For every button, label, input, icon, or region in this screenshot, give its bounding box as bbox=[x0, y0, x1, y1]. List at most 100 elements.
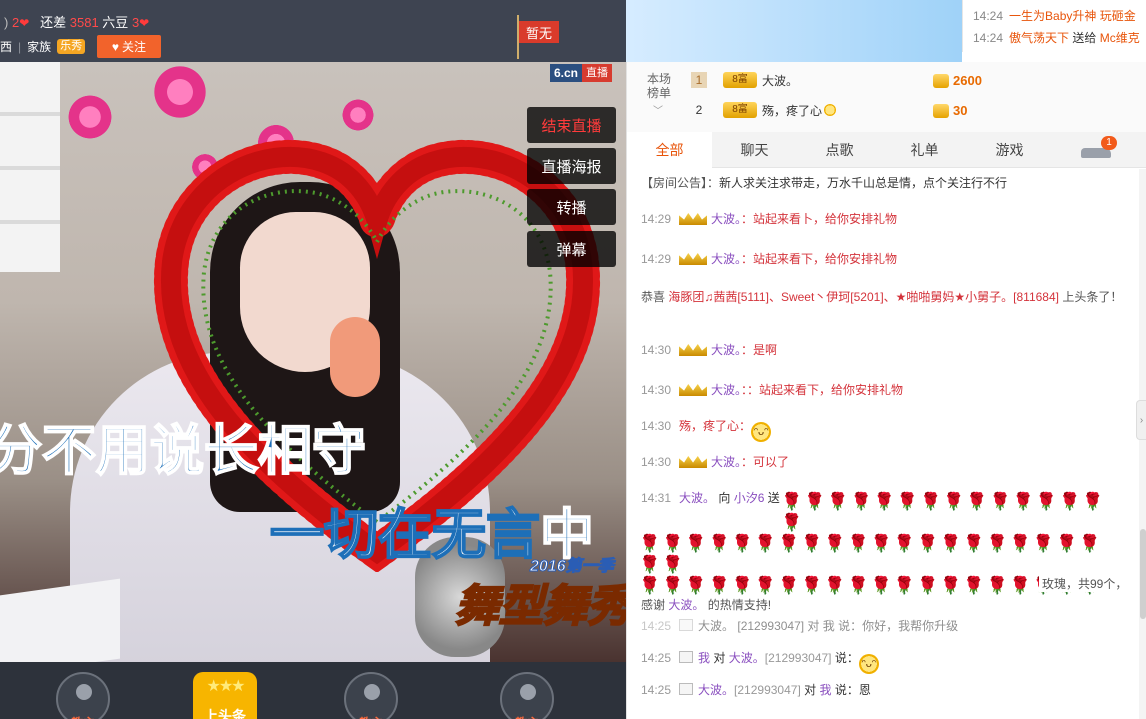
msg-to: 对 bbox=[804, 683, 817, 697]
user-icon bbox=[76, 684, 92, 700]
ticker-text: 傲气荡天下 bbox=[1009, 31, 1070, 45]
headline-button[interactable]: ★★★ 上头条 bbox=[193, 672, 257, 719]
tab-all[interactable]: 全部 bbox=[627, 132, 712, 168]
heart-icon: ❤ bbox=[139, 16, 150, 30]
msg-text: ：：站起来看下，给你安排礼物 bbox=[741, 383, 904, 397]
msg-user[interactable]: 大波。 bbox=[711, 343, 741, 357]
gap-value: 3581 bbox=[69, 15, 99, 30]
top-right-backdrop bbox=[626, 0, 962, 62]
laptop-image bbox=[0, 578, 120, 662]
msg-time: 14:25 bbox=[641, 651, 672, 665]
seat-avatar[interactable]: 教主 bbox=[500, 672, 554, 719]
thanks-name[interactable]: 大波。 bbox=[668, 598, 704, 612]
rank-score-value: 2600 bbox=[953, 73, 982, 88]
msg-user-id: [212993047] bbox=[764, 651, 832, 665]
left-fragment: 西 bbox=[0, 40, 13, 54]
wall-flower-image bbox=[65, 92, 115, 142]
stars-icon: ★★★ bbox=[206, 678, 245, 695]
danmaku-button[interactable]: 弹幕 bbox=[527, 231, 616, 267]
chat-message: 14:30 殇，疼了心： ᵔᴗᵔ bbox=[641, 417, 772, 442]
gift-summary: 玫瑰，共99个， bbox=[1039, 575, 1128, 592]
chat-message: 14:30 大波。：是啊 bbox=[641, 341, 777, 359]
family-label: 家族 bbox=[27, 40, 52, 54]
ticker-time: 14:24 bbox=[973, 9, 1004, 23]
chat-tabs: 全部 聊天 点歌 礼单 游戏 1 bbox=[627, 132, 1146, 168]
user-icon bbox=[364, 684, 380, 700]
show-logo: 2016第一季 舞型舞秀 bbox=[425, 552, 626, 647]
msg-time: 14:29 bbox=[641, 212, 672, 226]
brand-text: 6.cn bbox=[550, 64, 583, 82]
msg-time: 14:25 bbox=[641, 683, 672, 697]
chevron-right-icon[interactable]: › bbox=[1136, 400, 1146, 440]
room-notice: 【房间公告】：新人求关注求带走，万水千山总是情，点个关注行不行 bbox=[641, 174, 1007, 192]
msg-time: 14:29 bbox=[641, 252, 672, 266]
picture-icon bbox=[679, 683, 694, 695]
rank-number: 2 bbox=[695, 103, 703, 117]
tab-gift-list[interactable]: 礼单 bbox=[882, 132, 967, 168]
thanks-suffix: 的热情支持! bbox=[707, 598, 772, 612]
rank-name: 殇，疼了心 bbox=[762, 103, 823, 118]
brand-watermark: 6.cn 直播 bbox=[550, 64, 613, 82]
ticker-text: 一生为Baby升神 玩砸金 bbox=[1009, 9, 1136, 23]
msg-user[interactable]: 大波。 bbox=[698, 683, 734, 697]
ticker-time: 14:24 bbox=[973, 31, 1004, 45]
msg-user[interactable]: 大波。 bbox=[711, 212, 741, 226]
congrats-suffix: 上头条了！ bbox=[1062, 290, 1123, 304]
crown-icon bbox=[679, 251, 707, 265]
tab-chat[interactable]: 聊天 bbox=[712, 132, 797, 168]
msg-user[interactable]: 殇，疼了心 bbox=[679, 419, 739, 433]
ticker-row[interactable]: 14:24 傲气荡天下 送给 Mc维克 bbox=[973, 29, 1140, 46]
msg-to: 对 bbox=[713, 651, 726, 665]
chat-list: 【房间公告】：新人求关注求带走，万水千山总是情，点个关注行不行 14:29 大波。… bbox=[627, 169, 1139, 719]
seat-avatar[interactable]: 教主 bbox=[344, 672, 398, 719]
follow-label: 关注 bbox=[122, 40, 147, 54]
ticker-row[interactable]: 14:24 一生为Baby升神 玩砸金 bbox=[973, 7, 1136, 24]
msg-self: 我 bbox=[819, 683, 832, 697]
follow-button[interactable]: ♥ 关注 bbox=[97, 35, 161, 58]
rank-row[interactable]: 1 8富 大波。 bbox=[691, 69, 798, 91]
msg-user[interactable]: 大波。 bbox=[729, 651, 765, 665]
chat-message: 14:29 大波。：站起来看卜，给你安排礼物 bbox=[641, 210, 897, 228]
gap-label: 还差 bbox=[40, 15, 67, 30]
rank-name: 大波。 bbox=[762, 73, 799, 88]
msg-said: 说：恩 bbox=[834, 683, 871, 697]
video-stream[interactable]: 分不用说长相守 一切在无言中 2016第一季 舞型舞秀 6.cn 直播 结束直播… bbox=[0, 62, 626, 662]
msg-text: 大波。 [212993047] 对 我 说：你好，我帮你升级 bbox=[698, 619, 959, 633]
coin-icon bbox=[933, 103, 949, 118]
scrollbar-thumb[interactable] bbox=[1140, 529, 1146, 619]
msg-user[interactable]: 大波。 bbox=[711, 252, 741, 266]
tab-games[interactable]: 游戏 bbox=[967, 132, 1052, 168]
session-rank: 本场榜单 ﹀ 1 8富 大波。 2600 2 8富 殇，疼了心 30 bbox=[627, 62, 1146, 132]
chat-scrollbar[interactable] bbox=[1139, 169, 1146, 719]
chevron-down-icon[interactable]: ﹀ bbox=[653, 102, 663, 117]
chat-message: 14:30 大波。：：站起来看下，给你安排礼物 bbox=[641, 381, 903, 399]
car-icon[interactable]: 1 bbox=[1079, 136, 1117, 162]
congrats-names[interactable]: 海豚团♫茜茜[5111]、Sweet丶伊珂[5201]、★啪啪舅妈★小舅子。[8… bbox=[668, 290, 1059, 304]
live-room-window: ) 2❤ 还差 3581 六豆 3❤ 西 | 家族 乐秀 ♥ 关注 暂无 14:… bbox=[0, 0, 1146, 719]
heart-badge-icon bbox=[824, 104, 837, 116]
msg-time: 14:30 bbox=[641, 419, 672, 433]
show-title: 舞型舞秀 bbox=[454, 581, 626, 632]
family-badge[interactable]: 乐秀 bbox=[57, 39, 86, 54]
msg-time: 14:30 bbox=[641, 383, 672, 397]
seat-label: 教主 bbox=[60, 714, 106, 719]
rank-score: 30 bbox=[933, 103, 967, 118]
msg-said: 说： bbox=[834, 651, 859, 665]
crown-icon bbox=[679, 382, 707, 396]
rank-row[interactable]: 2 8富 殇，疼了心 bbox=[691, 99, 837, 121]
end-live-button[interactable]: 结束直播 bbox=[527, 107, 616, 143]
wealth-badge: 8富 bbox=[723, 72, 757, 88]
rank-flag[interactable]: 暂无 bbox=[515, 15, 561, 59]
msg-text: ：站起来看卜，给你安排礼物 bbox=[741, 212, 898, 226]
msg-user[interactable]: 大波。 bbox=[711, 383, 741, 397]
seat-avatar[interactable]: 教主 bbox=[56, 672, 110, 719]
tab-song-request[interactable]: 点歌 bbox=[797, 132, 882, 168]
rebroadcast-button[interactable]: 转播 bbox=[527, 189, 616, 225]
chat-message-partial: 14:25 大波。 [212993047] 对 我 说：你好，我帮你升级 bbox=[641, 617, 958, 635]
live-badge: 直播 bbox=[582, 64, 613, 82]
msg-time: 14:30 bbox=[641, 455, 672, 469]
msg-text: ： bbox=[739, 419, 752, 433]
live-poster-button[interactable]: 直播海报 bbox=[527, 148, 616, 184]
msg-user[interactable]: 大波。 bbox=[711, 455, 741, 469]
side-panel: 本场榜单 ﹀ 1 8富 大波。 2600 2 8富 殇，疼了心 30 全部 聊天… bbox=[626, 62, 1146, 719]
